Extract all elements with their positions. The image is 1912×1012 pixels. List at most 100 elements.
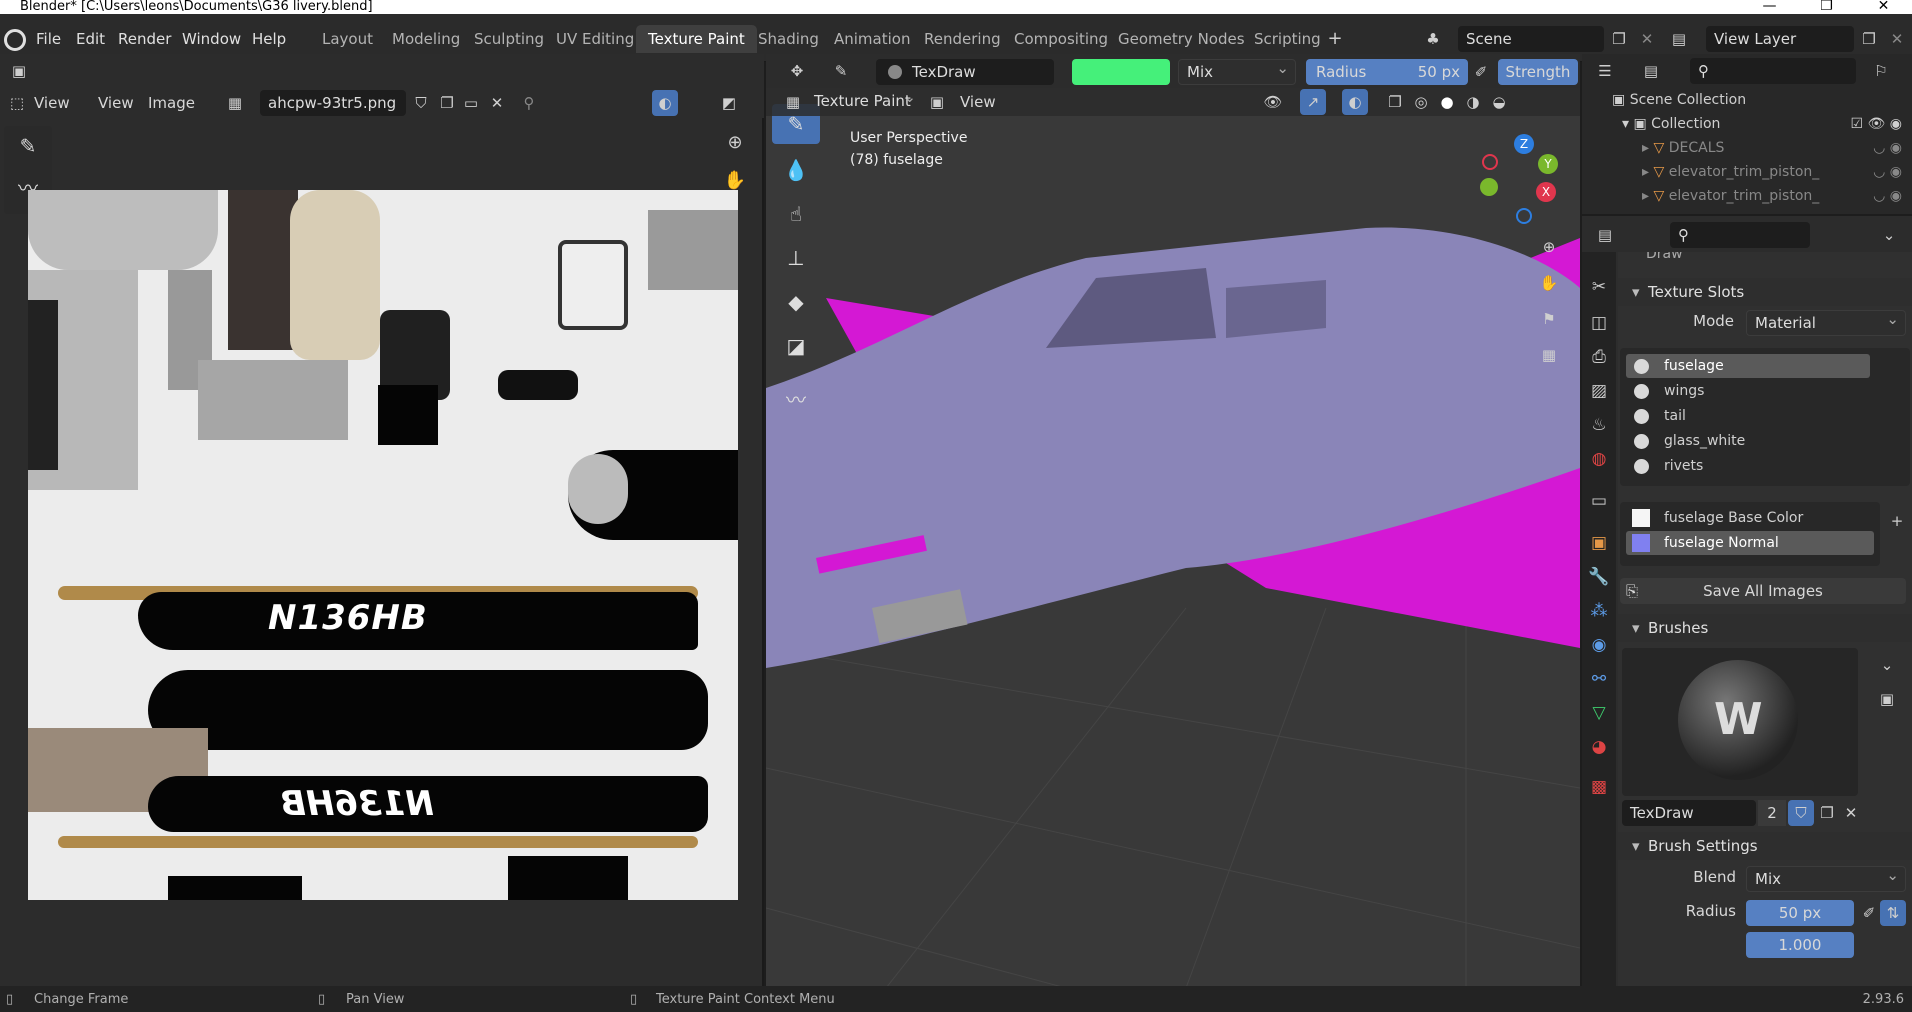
mask-mode-icon[interactable]: ▣ — [924, 89, 950, 115]
visibility-icon[interactable]: 👁 — [1260, 89, 1286, 115]
tab-shading[interactable]: Shading — [746, 25, 831, 53]
material-tab-icon[interactable]: ◕ — [1584, 732, 1614, 762]
physics-tab-icon[interactable]: ◉ — [1584, 630, 1614, 660]
view-layer-icon[interactable]: ▤ — [1666, 26, 1692, 52]
item-toggles-icon[interactable]: ◡ ◉ — [1873, 160, 1902, 184]
paint-color-swatch[interactable] — [1072, 59, 1170, 85]
strength-props-slider[interactable]: 1.000 — [1746, 932, 1854, 958]
tab-layout[interactable]: Layout — [310, 25, 385, 53]
brush-settings-header[interactable]: Brush Settings — [1618, 832, 1912, 860]
save-all-images-button[interactable]: ⎘ Save All Images — [1620, 578, 1906, 604]
blender-logo-icon[interactable] — [4, 29, 26, 51]
texture-slots-header[interactable]: Texture Slots — [1618, 278, 1912, 306]
maximize-button[interactable]: ❐ — [1798, 0, 1855, 14]
menu-help[interactable]: Help — [252, 26, 286, 52]
overlay-icon[interactable]: ◐ — [652, 90, 678, 116]
menu-window[interactable]: Window — [182, 26, 241, 52]
strength-slider[interactable]: Strength — [1498, 59, 1578, 85]
material-item[interactable]: rivets — [1626, 454, 1870, 478]
tab-geometry-nodes[interactable]: Geometry Nodes — [1106, 25, 1257, 53]
render-tab-icon[interactable]: ◫ — [1584, 308, 1614, 338]
tab-scripting[interactable]: Scripting — [1242, 25, 1333, 53]
view-layer-tab-icon[interactable]: ▨ — [1584, 376, 1614, 406]
mode-dropdown[interactable]: Texture Paint — [806, 89, 922, 115]
smear-tool-icon[interactable]: ☝ — [772, 194, 820, 234]
output-tab-icon[interactable]: ⎙ — [1584, 342, 1614, 372]
tool-tab-icon[interactable]: ✂ — [1584, 272, 1614, 302]
new-view-layer-icon[interactable]: ❐ — [1856, 26, 1882, 52]
brush-preview[interactable]: W — [1622, 648, 1858, 796]
blend-dropdown-props[interactable]: Mix — [1746, 866, 1906, 892]
axis-y-icon[interactable]: Y — [1538, 154, 1558, 174]
viewport-3d[interactable]: ✎ 💧 ☝ ⊥ ◆ ◪ 〰 User Perspective (78) fuse… — [766, 88, 1580, 988]
open-image-icon[interactable]: ▭ — [458, 90, 484, 116]
select-mode-icon[interactable]: ▦ — [780, 89, 806, 115]
axis-neg-x-icon[interactable] — [1482, 154, 1498, 170]
properties-type-icon[interactable]: ▤ — [1592, 222, 1618, 248]
outliner-search[interactable]: ⚲ — [1690, 58, 1856, 84]
outliner-item[interactable]: ▸ ▽ elevator_trim_piston_ ◡ ◉ — [1642, 184, 1912, 208]
tab-animation[interactable]: Animation — [822, 25, 922, 53]
collection-row[interactable]: ▾ ▣ Collection ☑ 👁 ◉ — [1622, 112, 1912, 136]
annotate-viewport-icon[interactable]: 〰 — [772, 380, 820, 420]
solid-shading-icon[interactable]: ● — [1434, 89, 1460, 115]
camera-view-icon[interactable]: ⚑ — [1536, 306, 1562, 332]
radius-slider[interactable]: Radius 50 px — [1306, 59, 1468, 85]
tab-texture-paint[interactable]: Texture Paint — [636, 25, 757, 53]
viewport-editor-type-icon[interactable]: ✥ — [784, 58, 810, 84]
gizmo-toggle-icon[interactable]: ↗ — [1300, 89, 1326, 115]
paint-brush-icon[interactable]: ✎ — [828, 58, 854, 84]
viewport-zoom-icon[interactable]: ⊕ — [1536, 234, 1562, 260]
material-item[interactable]: tail — [1626, 404, 1870, 428]
modifier-tab-icon[interactable]: 🔧 — [1584, 562, 1614, 592]
image-slot-item[interactable]: fuselage Normal — [1626, 531, 1874, 555]
collection-tab-icon[interactable]: ▭ — [1584, 486, 1614, 516]
radius-pressure-icon[interactable]: ✐ — [1856, 900, 1882, 926]
brush-unlink-icon[interactable]: ✕ — [1838, 800, 1864, 826]
axis-neg-z-icon[interactable] — [1516, 208, 1532, 224]
display-channels-icon[interactable]: ◩ — [716, 90, 742, 116]
material-item[interactable]: glass_white — [1626, 429, 1870, 453]
zoom-icon[interactable]: ⊕ — [722, 130, 748, 156]
constraints-tab-icon[interactable]: ⚯ — [1584, 664, 1614, 694]
xray-icon[interactable]: ❐ — [1382, 89, 1408, 115]
item-toggles-icon[interactable]: ◡ ◉ — [1873, 184, 1902, 208]
menu-file[interactable]: File — [36, 26, 61, 52]
brush-fake-user-icon[interactable]: ⛉ — [1788, 800, 1814, 826]
view-layer-field[interactable]: View Layer — [1706, 26, 1854, 52]
brush-name-field[interactable]: TexDraw — [876, 59, 1054, 85]
new-scene-icon[interactable]: ❐ — [1606, 26, 1632, 52]
material-shading-icon[interactable]: ◑ — [1460, 89, 1486, 115]
fake-user-icon[interactable]: ⛉ — [408, 90, 434, 116]
close-button[interactable]: ✕ — [1855, 0, 1912, 14]
texture-tab-icon[interactable]: ▩ — [1584, 772, 1614, 802]
image-mode-icon[interactable]: ⬚ — [4, 90, 30, 116]
sample-tool-icon[interactable]: ✎ — [12, 130, 44, 162]
blend-dropdown[interactable]: Mix — [1178, 59, 1296, 85]
image-name-field[interactable]: ahcpw-93tr5.png — [260, 90, 406, 116]
clone-tool-icon[interactable]: ⊥ — [772, 238, 820, 278]
scene-tab-icon[interactable]: ♨ — [1584, 410, 1614, 440]
radius-props-slider[interactable]: 50 px — [1746, 900, 1854, 926]
data-tab-icon[interactable]: ▽ — [1584, 698, 1614, 728]
viewport-pan-icon[interactable]: ✋ — [1536, 270, 1562, 296]
axis-neg-y-icon[interactable] — [1480, 178, 1498, 196]
menu-render[interactable]: Render — [118, 26, 171, 52]
scene-field[interactable]: Scene — [1458, 26, 1604, 52]
delete-view-layer-icon[interactable]: ✕ — [1884, 26, 1910, 52]
tab-sculpting[interactable]: Sculpting — [462, 25, 556, 53]
material-item[interactable]: wings — [1626, 379, 1870, 403]
rendered-shading-icon[interactable]: ◒ — [1486, 89, 1512, 115]
image-browse-icon[interactable]: ▦ — [222, 90, 248, 116]
item-toggles-icon[interactable]: ◡ ◉ — [1873, 136, 1902, 160]
visibility-toggles-icon[interactable]: ☑ 👁 ◉ — [1851, 112, 1902, 136]
brush-users[interactable]: 2 — [1758, 800, 1786, 826]
axis-z-icon[interactable]: Z — [1514, 134, 1534, 154]
viewport-view-menu[interactable]: View — [960, 89, 996, 115]
axis-x-icon[interactable]: X — [1536, 182, 1556, 202]
soften-tool-icon[interactable]: 💧 — [772, 150, 820, 190]
mask-tool-icon[interactable]: ◪ — [772, 326, 820, 366]
editor-type-icon[interactable]: ▣ — [6, 58, 32, 84]
brush-image-icon[interactable]: ▣ — [1874, 686, 1900, 712]
properties-options-icon[interactable]: ⌄ — [1876, 222, 1902, 248]
